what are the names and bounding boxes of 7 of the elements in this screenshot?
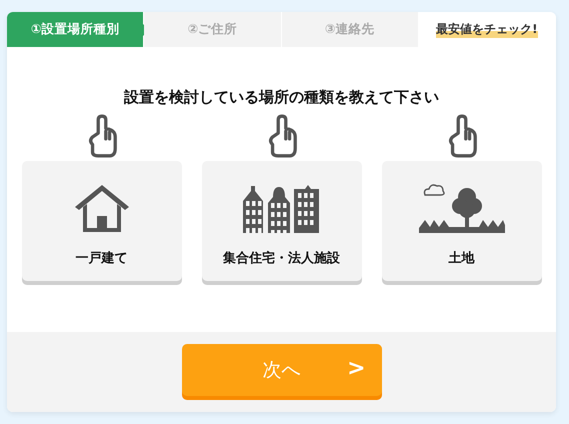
house-icon xyxy=(72,183,130,233)
option-button[interactable]: 土地 xyxy=(382,161,542,281)
question-heading: 設置を検討している場所の種類を教えて下さい xyxy=(122,88,440,107)
option-button[interactable]: 集合住宅・法人施設 xyxy=(202,161,362,281)
option-button[interactable]: 一戸建て xyxy=(22,161,182,281)
apartment-buildings-icon xyxy=(242,183,322,233)
chevron-icon: > xyxy=(347,356,366,381)
